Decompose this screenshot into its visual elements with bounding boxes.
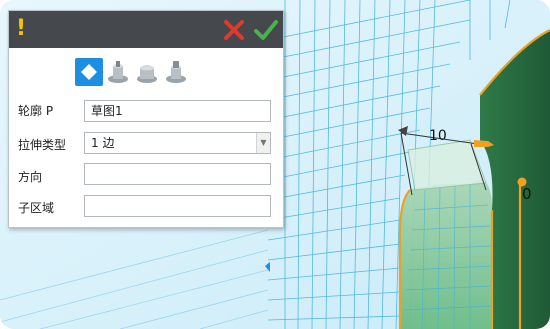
extrude-shell-button[interactable] [133, 58, 161, 86]
endpoint-value-label: 0 [522, 185, 532, 203]
extrude-solid-icon [108, 61, 128, 83]
extrude-cut-icon [166, 61, 186, 83]
close-x-icon [224, 20, 244, 40]
extrude-cut-button[interactable] [162, 58, 190, 86]
extrude-type-label: 拉伸类型 [18, 138, 67, 152]
extrude-type-select[interactable]: 1 边 ▼ [84, 132, 271, 154]
check-icon [254, 20, 278, 40]
direction-label: 方向 [18, 170, 43, 184]
cancel-button[interactable] [222, 18, 246, 42]
extrude-dialog: ! 轮廓 P 草图1 拉伸类型 1 边 ▼ 方向 子区域 [8, 10, 284, 228]
dimension-value-label[interactable]: 10 [429, 128, 447, 144]
warning-icon: ! [15, 16, 27, 41]
profile-label: 轮廓 P [18, 104, 54, 118]
dropdown-arrow-icon[interactable]: ▼ [256, 133, 270, 153]
extrude-shell-icon [137, 65, 157, 83]
subregion-field[interactable] [84, 195, 271, 217]
profile-field[interactable]: 草图1 [84, 100, 271, 122]
extrude-solid-button[interactable] [104, 58, 132, 86]
direction-field[interactable] [84, 163, 271, 185]
extrude-type-value: 1 边 [91, 136, 115, 150]
app-window: 10 0 ! 轮廓 P 草图1 拉伸类型 1 边 ▼ 方向 子区域 [0, 0, 550, 329]
dialog-titlebar: ! [9, 11, 283, 48]
subregion-label: 子区域 [18, 201, 55, 215]
profile-diamond-icon [81, 64, 97, 80]
ok-button[interactable] [253, 18, 279, 42]
profile-mode-button[interactable] [75, 58, 103, 86]
